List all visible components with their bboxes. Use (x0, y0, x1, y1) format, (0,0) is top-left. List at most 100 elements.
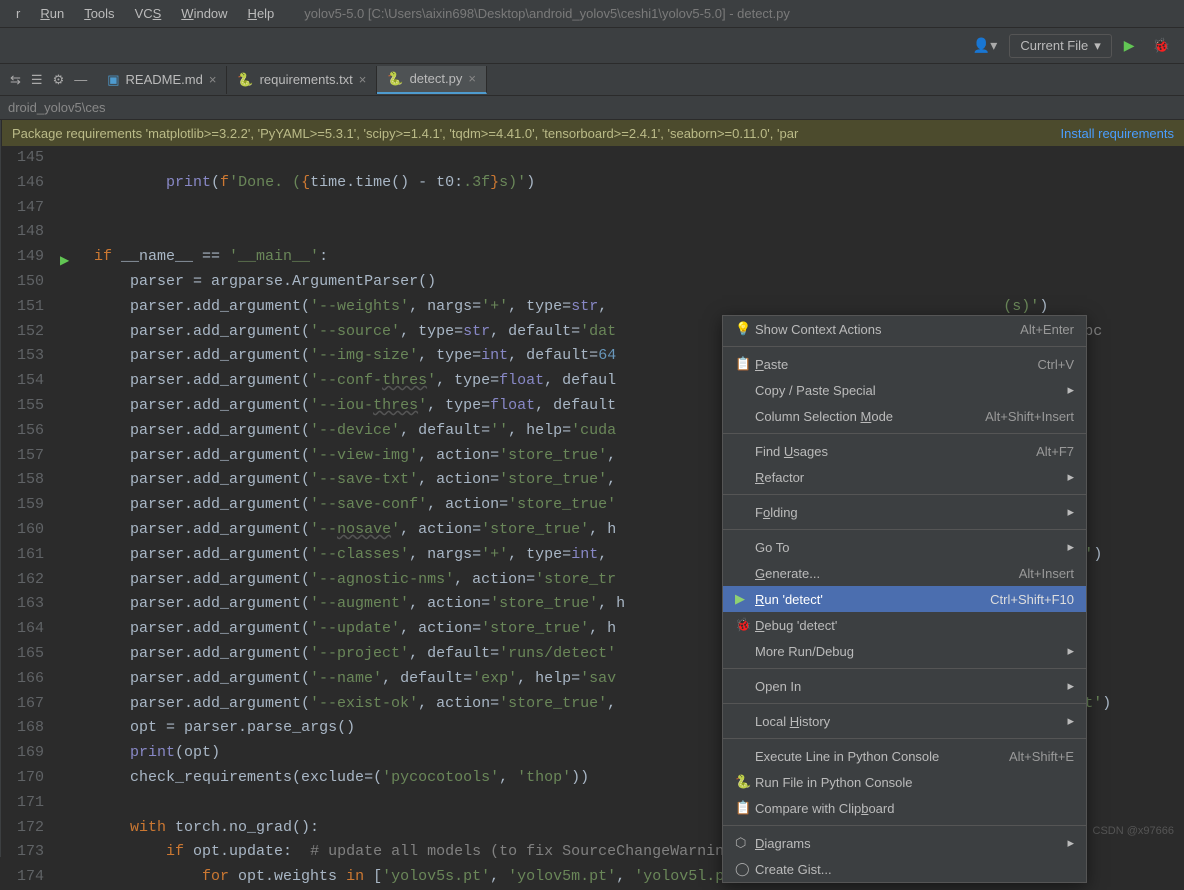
fold-gutter (80, 344, 94, 369)
code-text: check_requirements(exclude=('pycocotools… (94, 766, 589, 791)
fold-gutter (80, 816, 94, 841)
requirements-banner: Package requirements 'matplotlib>=3.2.2'… (2, 120, 1184, 146)
tab-requirements[interactable]: 🐍 requirements.txt × (227, 66, 377, 94)
submenu-arrow-icon: ▸ (1060, 382, 1074, 398)
user-icon[interactable]: 👤▾ (967, 37, 1003, 54)
menu-item-label: Local History (755, 714, 1060, 729)
menu-item-label: Diagrams (755, 836, 1060, 851)
menu-run[interactable]: Run (30, 6, 74, 21)
code-text: if opt.update: # update all models (to f… (94, 840, 742, 865)
menu-item-label: Execute Line in Python Console (755, 749, 1009, 764)
watermark: CSDN @x97666 (1093, 825, 1174, 837)
line-number: 157 (2, 444, 62, 469)
code-text: parser.add_argument('--augment', action=… (94, 592, 625, 617)
menu-item-shortcut: Ctrl+Shift+F10 (990, 592, 1074, 607)
context-menu-item[interactable]: Column Selection ModeAlt+Shift+Insert (723, 403, 1086, 429)
code-text: parser.add_argument('--save-txt', action… (94, 468, 616, 493)
menu-help[interactable]: Help (238, 6, 285, 21)
menu-item-shortcut: Alt+Shift+Insert (985, 409, 1074, 424)
context-menu-item[interactable]: 🐍Run File in Python Console (723, 769, 1086, 795)
line-number: 158 (2, 468, 62, 493)
menu-item-icon: 🐞 (735, 617, 755, 633)
code-text: parser.add_argument('--device', default=… (94, 419, 616, 444)
menu-vcs[interactable]: VCS (125, 6, 172, 21)
menu-item-label: Run File in Python Console (755, 775, 1074, 790)
line-number: 166 (2, 667, 62, 692)
fold-gutter (80, 865, 94, 890)
editor[interactable]: Package requirements 'matplotlib>=3.2.2'… (2, 120, 1184, 857)
context-menu-item[interactable]: Open In▸ (723, 673, 1086, 699)
context-menu-item[interactable]: ⬡Diagrams▸ (723, 830, 1086, 856)
submenu-arrow-icon: ▸ (1060, 539, 1074, 555)
code-line[interactable]: 150 parser = argparse.ArgumentParser() (2, 270, 1184, 295)
code-line[interactable]: 147 (2, 196, 1184, 221)
tab-detect[interactable]: 🐍 detect.py × (377, 66, 487, 94)
code-text: opt = parser.parse_args() (94, 716, 355, 741)
context-menu-item[interactable]: 🐞Debug 'detect' (723, 612, 1086, 638)
context-menu-item[interactable]: Go To▸ (723, 534, 1086, 560)
code-text: parser.add_argument('--project', default… (94, 642, 616, 667)
context-menu-item[interactable]: 💡Show Context ActionsAlt+Enter (723, 316, 1086, 342)
context-menu-item[interactable]: Refactor▸ (723, 464, 1086, 490)
line-number: 153 (2, 344, 62, 369)
context-menu-item[interactable]: Generate...Alt+Insert (723, 560, 1086, 586)
submenu-arrow-icon: ▸ (1060, 504, 1074, 520)
code-line[interactable]: 146 print(f'Done. ({time.time() - t0:.3f… (2, 171, 1184, 196)
code-text: print(opt) (94, 741, 220, 766)
run-button[interactable]: ▶ (1118, 37, 1141, 54)
tool-icon[interactable]: ☰ (31, 72, 43, 88)
line-number: 147 (2, 196, 62, 221)
close-icon[interactable]: × (359, 72, 367, 87)
fold-gutter (80, 468, 94, 493)
run-config-selector[interactable]: Current File ▾ (1009, 34, 1111, 58)
menu-item-label: Open In (755, 679, 1060, 694)
close-icon[interactable]: × (209, 72, 217, 87)
debug-button[interactable]: 🐞 (1147, 37, 1176, 54)
menu-item[interactable]: r (6, 6, 30, 21)
fold-gutter (80, 245, 94, 270)
code-line[interactable]: 145 (2, 146, 1184, 171)
fold-gutter (80, 320, 94, 345)
collapse-icon[interactable]: — (74, 72, 87, 88)
menu-item-label: Refactor (755, 470, 1060, 485)
line-number: 174 (2, 865, 62, 890)
close-icon[interactable]: × (468, 71, 476, 86)
context-menu-item[interactable]: Find UsagesAlt+F7 (723, 438, 1086, 464)
code-line[interactable]: 148 (2, 220, 1184, 245)
menu-item-label: Find Usages (755, 444, 1036, 459)
context-menu-item[interactable]: Execute Line in Python ConsoleAlt+Shift+… (723, 743, 1086, 769)
code-text: parser.add_argument('--img-size', type=i… (94, 344, 616, 369)
line-number: 163 (2, 592, 62, 617)
fold-gutter (80, 171, 94, 196)
context-menu-item[interactable]: ◯Create Gist... (723, 856, 1086, 882)
menu-tools[interactable]: Tools (74, 6, 124, 21)
fold-gutter (80, 220, 94, 245)
install-requirements-link[interactable]: Install requirements (1061, 126, 1174, 141)
context-menu-item[interactable]: 📋Compare with Clipboard (723, 795, 1086, 821)
context-menu-item[interactable]: ▶Run 'detect'Ctrl+Shift+F10 (723, 586, 1086, 612)
context-menu-item[interactable]: Copy / Paste Special▸ (723, 377, 1086, 403)
menu-item-label: Go To (755, 540, 1060, 555)
menu-window[interactable]: Window (171, 6, 237, 21)
chevron-down-icon: ▾ (1094, 38, 1101, 54)
run-config-label: Current File (1020, 38, 1088, 53)
context-menu-item[interactable]: Local History▸ (723, 708, 1086, 734)
submenu-arrow-icon: ▸ (1060, 643, 1074, 659)
tool-icon[interactable]: ⇆ (10, 72, 21, 88)
menu-item-label: Folding (755, 505, 1060, 520)
context-menu-item[interactable]: Folding▸ (723, 499, 1086, 525)
menu-item-label: Paste (755, 357, 1038, 372)
gear-icon[interactable]: ⚙ (53, 72, 65, 88)
context-menu-item[interactable]: More Run/Debug▸ (723, 638, 1086, 664)
code-text: if __name__ == '__main__': (94, 245, 328, 270)
menu-item-label: Column Selection Mode (755, 409, 985, 424)
tab-readme[interactable]: ▣ README.md × (97, 66, 227, 94)
context-menu-item[interactable]: 📋PasteCtrl+V (723, 351, 1086, 377)
line-number: 150 (2, 270, 62, 295)
code-line[interactable]: 149▶if __name__ == '__main__': (2, 245, 1184, 270)
line-number: 146 (2, 171, 62, 196)
line-number: 173 (2, 840, 62, 865)
python-icon: 🐍 (387, 71, 403, 87)
line-number: 161 (2, 543, 62, 568)
fold-gutter (80, 741, 94, 766)
